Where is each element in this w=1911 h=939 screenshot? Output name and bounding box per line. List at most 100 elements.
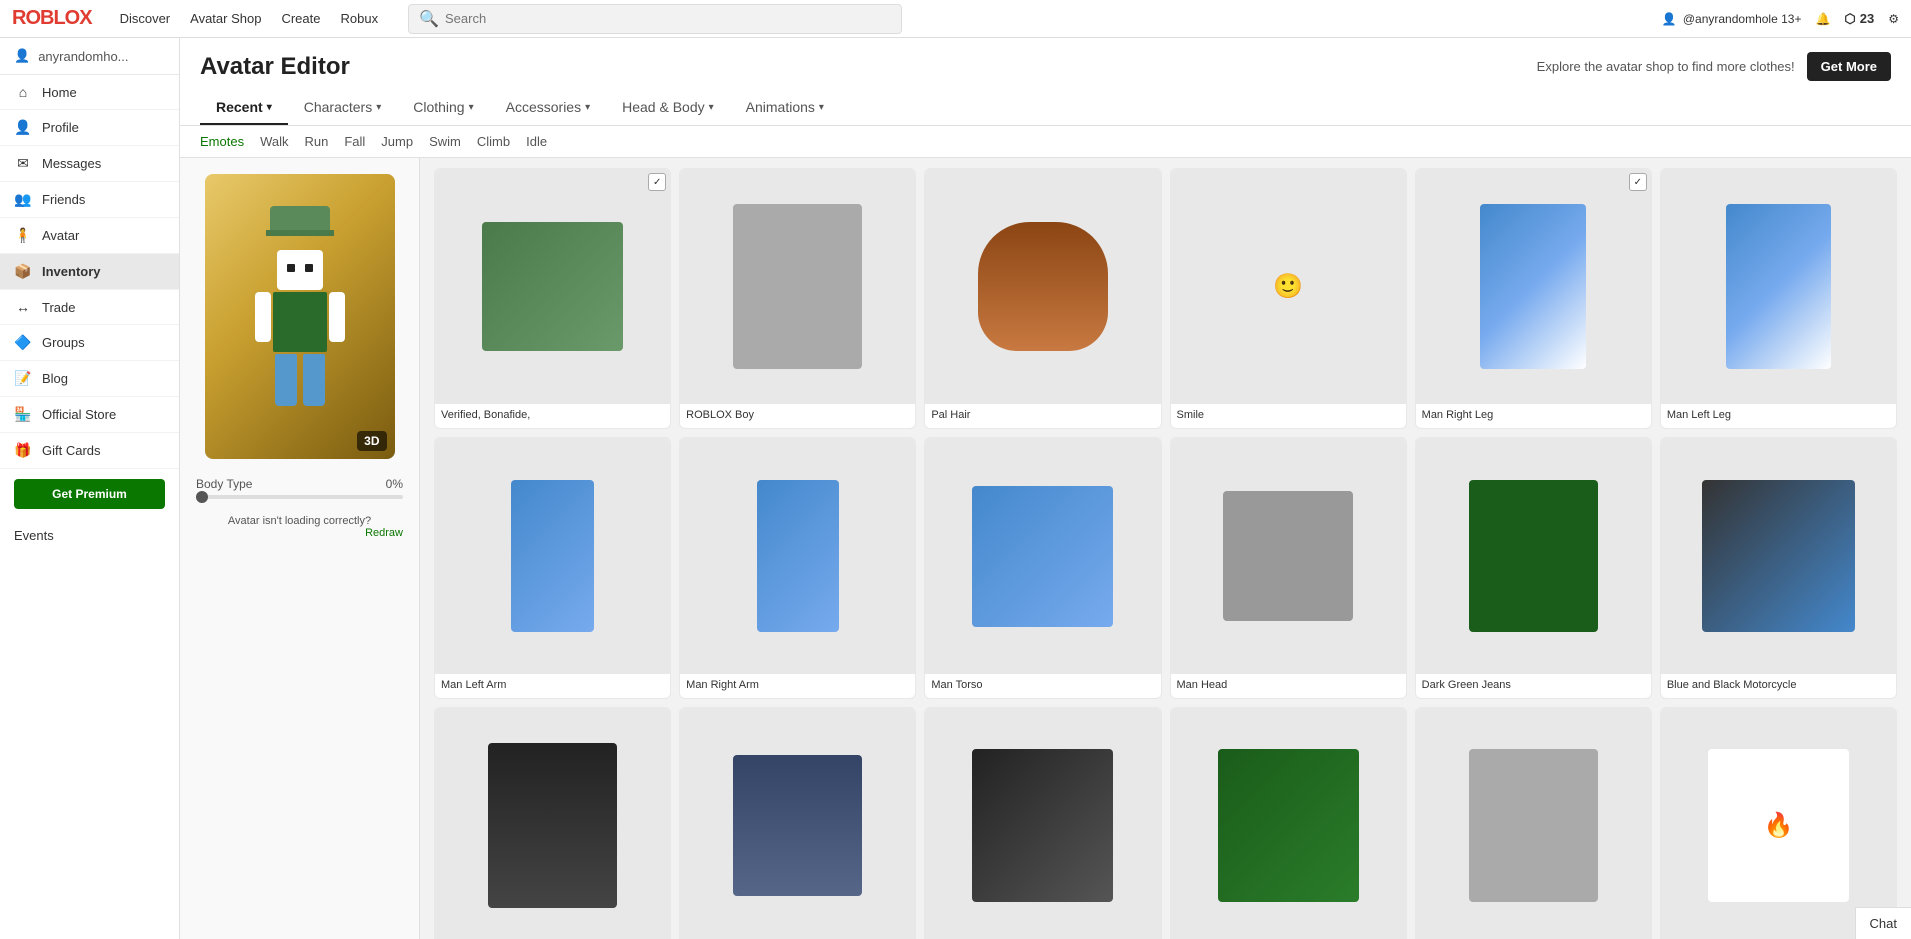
nav-create[interactable]: Create: [281, 11, 320, 26]
tab-accessories-arrow: ▾: [585, 102, 590, 113]
sidebar-avatar-label: Avatar: [42, 228, 79, 243]
nav-discover[interactable]: Discover: [120, 11, 171, 26]
nav-robux[interactable]: Robux: [340, 11, 378, 26]
tab-recent[interactable]: Recent ▾: [200, 91, 288, 125]
item-card[interactable]: Jean Shorts with White: [679, 707, 916, 939]
body-type-thumb[interactable]: [196, 491, 208, 503]
sidebar-item-profile[interactable]: 👤 Profile: [0, 110, 179, 146]
item-card[interactable]: 🙂Smile: [1170, 168, 1407, 429]
sidebar-gift-label: Gift Cards: [42, 443, 101, 458]
tab-clothing-label: Clothing: [413, 99, 464, 115]
item-card[interactable]: Blockhead: [1415, 707, 1652, 939]
sub-tab-fall[interactable]: Fall: [344, 134, 365, 149]
top-nav: ROBLOX Discover Avatar Shop Create Robux…: [0, 0, 1911, 38]
item-image: [680, 438, 915, 673]
item-card[interactable]: Man Left Arm: [434, 437, 671, 698]
item-card[interactable]: ✓Man Right Leg: [1415, 168, 1652, 429]
item-name: Dark Green Jeans: [1416, 674, 1651, 698]
nav-avatar-shop[interactable]: Avatar Shop: [190, 11, 261, 26]
tab-head-body[interactable]: Head & Body ▾: [606, 91, 730, 125]
item-visual: [1480, 204, 1586, 369]
avatar-content: 3D Body Type 0% Avatar isn't loading cor…: [180, 158, 1911, 939]
sidebar-blog-label: Blog: [42, 371, 68, 386]
sidebar-item-home[interactable]: ⌂ Home: [0, 75, 179, 110]
sidebar-profile-label: Profile: [42, 120, 79, 135]
groups-icon: 🔷: [14, 334, 32, 351]
avatar-legs: [275, 354, 325, 406]
item-card[interactable]: 🔥Bloxxer: [1660, 707, 1897, 939]
sidebar-item-avatar[interactable]: 🧍 Avatar: [0, 218, 179, 254]
body-type-pct: 0%: [386, 477, 403, 491]
avatar-panel: 3D Body Type 0% Avatar isn't loading cor…: [180, 158, 420, 939]
item-card[interactable]: Green Jersey: [1170, 707, 1407, 939]
tab-clothing-arrow: ▾: [469, 102, 474, 113]
sub-tab-swim[interactable]: Swim: [429, 134, 461, 149]
friends-icon: 👥: [14, 191, 32, 208]
item-card[interactable]: Man Torso: [924, 437, 1161, 698]
tab-clothing[interactable]: Clothing ▾: [397, 91, 489, 125]
sidebar-item-official-store[interactable]: 🏪 Official Store: [0, 397, 179, 433]
item-card[interactable]: Black Jeans with Sneakers: [434, 707, 671, 939]
search-bar: 🔍: [408, 4, 902, 34]
sub-tab-climb[interactable]: Climb: [477, 134, 510, 149]
sidebar-item-trade[interactable]: ↔ Trade: [0, 290, 179, 325]
promo-text: Explore the avatar shop to find more clo…: [1537, 59, 1795, 74]
nav-right: 👤 @anyrandomhole 13+ 🔔 ⬡ 23 ⚙: [1662, 11, 1899, 27]
avatar-right-arm: [329, 292, 345, 342]
sub-tabs-row: Emotes Walk Run Fall Jump Swim Climb Idl…: [180, 126, 1911, 158]
sub-tab-emotes[interactable]: Emotes: [200, 134, 244, 149]
item-card[interactable]: Blue and Black Motorcycle: [1660, 437, 1897, 698]
item-card[interactable]: Pal Hair: [924, 168, 1161, 429]
redraw-link[interactable]: Redraw: [196, 527, 403, 539]
tab-characters-label: Characters: [304, 99, 372, 115]
notification-icon[interactable]: 🔔: [1815, 12, 1830, 26]
avatar-right-leg: [303, 354, 325, 406]
item-card[interactable]: ✓Verified, Bonafide,: [434, 168, 671, 429]
sidebar-item-messages[interactable]: ✉ Messages: [0, 146, 179, 182]
item-name: Man Right Leg: [1416, 404, 1651, 428]
tab-headbody-arrow: ▾: [709, 102, 714, 113]
sidebar-item-friends[interactable]: 👥 Friends: [0, 182, 179, 218]
messages-icon: ✉: [14, 155, 32, 172]
get-more-button[interactable]: Get More: [1807, 52, 1891, 81]
item-card[interactable]: Man Head: [1170, 437, 1407, 698]
sidebar-item-inventory[interactable]: 📦 Inventory: [0, 254, 179, 290]
sidebar-username: anyrandomho...: [38, 49, 128, 64]
item-name: Verified, Bonafide,: [435, 404, 670, 428]
item-visual: [482, 222, 623, 351]
avatar-figure: [255, 228, 345, 406]
sidebar-item-groups[interactable]: 🔷 Groups: [0, 325, 179, 361]
item-card[interactable]: Dark Green Jeans: [1415, 437, 1652, 698]
chat-bar[interactable]: Chat: [1855, 907, 1911, 939]
sub-tab-walk[interactable]: Walk: [260, 134, 288, 149]
avatar-preview: 3D: [205, 174, 395, 459]
item-name: Man Left Arm: [435, 674, 670, 698]
settings-icon[interactable]: ⚙: [1888, 12, 1899, 26]
items-grid: ✓Verified, Bonafide,ROBLOX BoyPal Hair🙂S…: [434, 168, 1897, 939]
user-avatar-icon: 👤: [1662, 12, 1677, 26]
sidebar-item-events[interactable]: Events: [0, 519, 179, 552]
item-visual: [488, 743, 617, 908]
sidebar-item-blog[interactable]: 📝 Blog: [0, 361, 179, 397]
tab-accessories[interactable]: Accessories ▾: [490, 91, 607, 125]
item-card[interactable]: ROBLOX Boy: [679, 168, 916, 429]
get-premium-button[interactable]: Get Premium: [14, 479, 165, 509]
item-visual: [1469, 480, 1598, 633]
tab-characters[interactable]: Characters ▾: [288, 91, 398, 125]
blog-icon: 📝: [14, 370, 32, 387]
search-input[interactable]: [445, 11, 891, 26]
sub-tab-idle[interactable]: Idle: [526, 134, 547, 149]
tab-animations[interactable]: Animations ▾: [730, 91, 840, 125]
body-type-slider[interactable]: [196, 495, 403, 499]
item-card[interactable]: Man Right Arm: [679, 437, 916, 698]
item-image: [1416, 438, 1651, 673]
sidebar-item-gift-cards[interactable]: 🎁 Gift Cards: [0, 433, 179, 469]
item-image: ✓: [435, 169, 670, 404]
sub-tab-run[interactable]: Run: [304, 134, 328, 149]
robux-icon: ⬡: [1844, 11, 1855, 27]
sub-tab-jump[interactable]: Jump: [381, 134, 413, 149]
item-card[interactable]: Guitar Tee with Black: [924, 707, 1161, 939]
item-card[interactable]: Man Left Leg: [1660, 168, 1897, 429]
item-name: Man Head: [1171, 674, 1406, 698]
item-visual: [733, 755, 862, 896]
